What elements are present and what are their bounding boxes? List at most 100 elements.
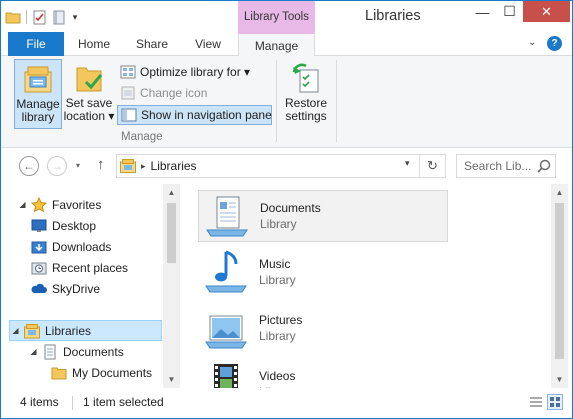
tree-item-desktop[interactable]: Desktop: [28, 215, 162, 236]
optimize-label: Optimize library for ▾: [140, 65, 251, 79]
navigation-pane-icon: [121, 107, 137, 123]
item-count: 4 items: [20, 395, 59, 409]
library-content-pane: Documents Library Music Library Pictures…: [182, 184, 570, 399]
explorer-window: ▾ Library Tools Libraries — ☐ ✕ File Hom…: [0, 0, 573, 419]
ribbon-divider: [276, 60, 277, 142]
library-item-pictures[interactable]: Pictures Library: [198, 302, 448, 354]
library-text: Pictures Library: [259, 312, 302, 344]
star-icon: [30, 196, 48, 213]
expanded-arrow-icon[interactable]: ◢: [10, 326, 21, 335]
close-button[interactable]: ✕: [523, 1, 570, 22]
minimize-button[interactable]: —: [469, 1, 496, 22]
tree-label-my-documents: My Documents: [72, 365, 153, 380]
ribbon-group-label: Manage: [121, 131, 163, 143]
status-separator: [72, 396, 73, 410]
optimize-icon: [120, 64, 136, 80]
navigation-bar: ← → ▾ ↑ ▸ Libraries ▾ ↻ Search Lib...: [1, 148, 572, 184]
change-icon-button[interactable]: Change icon: [117, 83, 210, 103]
tree-item-documents[interactable]: ◢ Documents: [28, 341, 162, 362]
set-save-location-button[interactable]: Set save location ▾: [63, 59, 115, 123]
tree-item-skydrive[interactable]: SkyDrive: [28, 278, 162, 299]
tree-item-libraries[interactable]: ◢ Libraries: [9, 320, 162, 341]
tab-view[interactable]: View: [180, 32, 236, 56]
forward-button[interactable]: →: [47, 156, 67, 176]
quick-access-toolbar: ▾: [5, 7, 80, 27]
qat-customize-icon[interactable]: ▾: [70, 12, 80, 23]
library-name: Music: [259, 257, 291, 271]
properties-icon[interactable]: [32, 9, 48, 25]
refresh-button[interactable]: ↻: [419, 155, 445, 177]
scrollbar-thumb[interactable]: [555, 203, 564, 359]
breadcrumb-libraries[interactable]: Libraries: [151, 159, 197, 173]
expand-ribbon-icon[interactable]: ⌄: [528, 37, 536, 48]
tree-item-recent-places[interactable]: Recent places: [28, 257, 162, 278]
optimize-library-for-button[interactable]: Optimize library for ▾: [117, 62, 253, 82]
tree-item-downloads[interactable]: Downloads: [28, 236, 162, 257]
scroll-up-arrow-icon[interactable]: ▲: [551, 184, 568, 201]
tree-label-favorites: Favorites: [52, 197, 102, 212]
tab-share[interactable]: Share: [124, 32, 180, 56]
qat-separator: [26, 10, 27, 24]
tree-label-downloads: Downloads: [52, 239, 112, 254]
set-save-location-label-line2: location ▾: [63, 109, 115, 123]
navigation-pane-scrollbar[interactable]: ▲ ▼: [163, 184, 180, 388]
search-icon[interactable]: [533, 155, 555, 177]
manage-library-icon: [22, 63, 54, 95]
large-icons-view-icon[interactable]: [547, 394, 563, 410]
recent-locations-icon[interactable]: ▾: [76, 161, 80, 170]
up-button[interactable]: ↑: [97, 156, 105, 173]
library-text: Documents Library: [260, 200, 321, 232]
expanded-arrow-icon[interactable]: ◢: [17, 200, 28, 209]
documents-library-icon: [42, 344, 58, 360]
scrollbar-thumb[interactable]: [167, 203, 176, 263]
pictures-library-icon: [202, 304, 250, 352]
scroll-down-arrow-icon[interactable]: ▼: [551, 371, 568, 388]
restore-settings-label-line2: settings: [285, 109, 327, 123]
library-item-music[interactable]: Music Library: [198, 246, 448, 298]
save-location-icon: [73, 62, 105, 94]
tree-item-my-documents[interactable]: My Documents: [48, 362, 162, 383]
breadcrumb-chevron-icon[interactable]: ▸: [141, 161, 146, 172]
tab-home[interactable]: Home: [64, 32, 124, 56]
tree-label-recent-places: Recent places: [52, 260, 129, 275]
scroll-down-arrow-icon[interactable]: ▼: [163, 371, 180, 388]
expanded-arrow-icon[interactable]: ◢: [28, 347, 39, 356]
address-dropdown-icon[interactable]: ▾: [405, 158, 410, 169]
search-input[interactable]: Search Lib...: [456, 154, 556, 178]
show-in-navigation-pane-button[interactable]: Show in navigation pane: [117, 105, 272, 125]
tab-manage[interactable]: Manage: [238, 32, 315, 57]
library-name: Videos: [259, 369, 296, 383]
tree-item-favorites[interactable]: ◢ Favorites: [17, 194, 162, 215]
library-text: Music Library: [259, 256, 296, 288]
tree-label-skydrive: SkyDrive: [52, 281, 101, 296]
library-tools-context-label: Library Tools: [238, 1, 315, 32]
selection-count: 1 item selected: [83, 395, 164, 409]
tab-file[interactable]: File: [8, 32, 64, 56]
scroll-up-arrow-icon[interactable]: ▲: [163, 184, 180, 201]
show-in-navigation-pane-label: Show in navigation pane: [141, 108, 272, 122]
manage-library-button[interactable]: Manage library: [14, 59, 62, 129]
library-name: Pictures: [259, 313, 303, 327]
change-icon-icon: [120, 85, 136, 101]
library-item-documents[interactable]: Documents Library: [198, 190, 448, 242]
folder-icon: [51, 365, 67, 381]
new-folder-icon[interactable]: [51, 9, 67, 25]
help-icon[interactable]: ?: [547, 36, 562, 51]
content-pane-scrollbar[interactable]: ▲ ▼: [551, 184, 568, 388]
restore-settings-button[interactable]: Restore settings: [281, 59, 331, 123]
tree-label-libraries: Libraries: [45, 323, 92, 338]
folder-icon[interactable]: [5, 9, 21, 25]
libraries-icon: [120, 159, 136, 173]
back-button[interactable]: ←: [19, 156, 39, 176]
tree-label-documents: Documents: [63, 344, 124, 359]
maximize-button[interactable]: ☐: [496, 1, 523, 22]
ribbon-divider: [336, 60, 337, 142]
documents-library-icon: [203, 192, 251, 240]
navigation-pane: ◢ Favorites Desktop Downloads Recent pla…: [1, 184, 180, 388]
change-icon-label: Change icon: [140, 86, 208, 100]
details-view-icon[interactable]: [528, 394, 544, 410]
skydrive-cloud-icon: [31, 281, 47, 297]
library-type: Library: [259, 273, 296, 287]
address-bar[interactable]: ▸ Libraries ▾ ↻: [116, 154, 446, 178]
ribbon-panel: Manage library Set save location ▾ Optim…: [1, 56, 572, 148]
